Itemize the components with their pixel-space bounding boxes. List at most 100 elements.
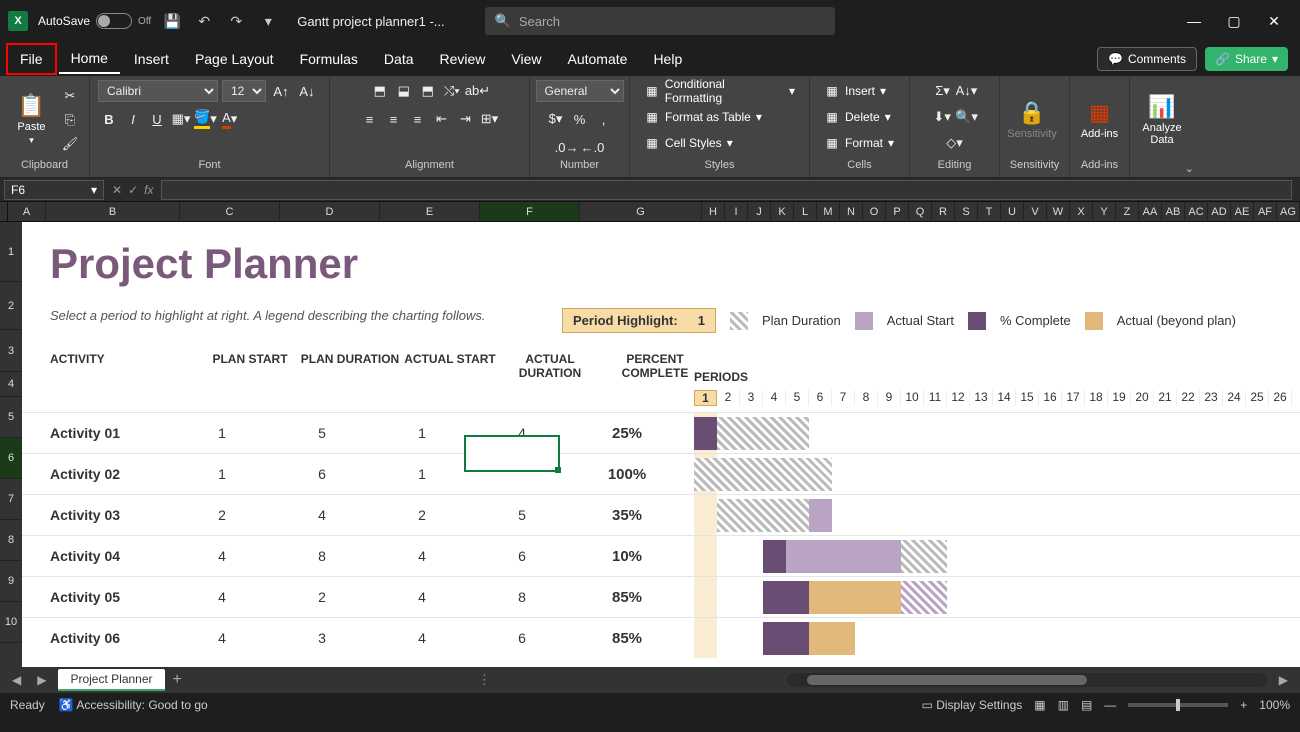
- table-row[interactable]: Activity 03 2 4 2 5 35%: [22, 494, 1300, 535]
- sheet-tab-active[interactable]: Project Planner: [58, 669, 164, 691]
- col-header-B[interactable]: B: [46, 202, 180, 221]
- comments-button[interactable]: 💬Comments: [1097, 47, 1197, 71]
- col-header-AB[interactable]: AB: [1162, 202, 1185, 221]
- find-icon[interactable]: 🔍▾: [955, 106, 978, 128]
- col-header-AF[interactable]: AF: [1254, 202, 1277, 221]
- col-header-K[interactable]: K: [771, 202, 794, 221]
- page-break-view-icon[interactable]: ▤: [1081, 698, 1092, 712]
- formula-input[interactable]: [161, 180, 1292, 200]
- paste-button[interactable]: 📋Paste▾: [8, 85, 55, 155]
- col-header-M[interactable]: M: [817, 202, 840, 221]
- tab-view[interactable]: View: [499, 45, 553, 73]
- delete-cells-button[interactable]: ▦Delete ▾: [818, 106, 897, 128]
- zoom-in-icon[interactable]: +: [1240, 698, 1247, 712]
- undo-icon[interactable]: ↶: [193, 10, 215, 32]
- cancel-fx-icon[interactable]: ✕: [112, 183, 122, 197]
- align-center-icon[interactable]: ≡: [383, 108, 405, 130]
- col-header-W[interactable]: W: [1047, 202, 1070, 221]
- tab-automate[interactable]: Automate: [556, 45, 640, 73]
- col-header-E[interactable]: E: [380, 202, 480, 221]
- col-header-O[interactable]: O: [863, 202, 886, 221]
- qat-more-icon[interactable]: ▾: [257, 10, 279, 32]
- table-row[interactable]: Activity 04 4 8 4 6 10%: [22, 535, 1300, 576]
- col-header-Z[interactable]: Z: [1116, 202, 1139, 221]
- col-header-AE[interactable]: AE: [1231, 202, 1254, 221]
- col-header-U[interactable]: U: [1001, 202, 1024, 221]
- accessibility-status[interactable]: ♿ Accessibility: Good to go: [59, 698, 208, 712]
- tab-insert[interactable]: Insert: [122, 45, 181, 73]
- col-header-R[interactable]: R: [932, 202, 955, 221]
- col-header-Y[interactable]: Y: [1093, 202, 1116, 221]
- bold-button[interactable]: B: [98, 108, 120, 130]
- col-header-G[interactable]: G: [580, 202, 702, 221]
- tab-formulas[interactable]: Formulas: [288, 45, 370, 73]
- table-row[interactable]: Activity 06 4 3 4 6 85%: [22, 617, 1300, 658]
- col-header-H[interactable]: H: [702, 202, 725, 221]
- align-left-icon[interactable]: ≡: [359, 108, 381, 130]
- row-header-6[interactable]: 6: [0, 438, 22, 479]
- col-header-N[interactable]: N: [840, 202, 863, 221]
- align-right-icon[interactable]: ≡: [407, 108, 429, 130]
- col-header-AD[interactable]: AD: [1208, 202, 1231, 221]
- wrap-text-icon[interactable]: ab↵: [465, 80, 490, 102]
- row-header-10[interactable]: 10: [0, 602, 22, 643]
- row-header-5[interactable]: 5: [0, 397, 22, 438]
- col-header-T[interactable]: T: [978, 202, 1001, 221]
- row-header-2[interactable]: 2: [0, 282, 22, 330]
- tab-file[interactable]: File: [6, 43, 57, 75]
- zoom-out-icon[interactable]: —: [1104, 698, 1116, 712]
- clear-icon[interactable]: ◇▾: [944, 132, 966, 154]
- col-header-S[interactable]: S: [955, 202, 978, 221]
- tab-page-layout[interactable]: Page Layout: [183, 45, 286, 73]
- autosave[interactable]: AutoSave Off: [38, 13, 151, 29]
- tab-help[interactable]: Help: [641, 45, 694, 73]
- align-middle-icon[interactable]: ⬓: [393, 80, 415, 102]
- font-size-select[interactable]: 12: [222, 80, 266, 102]
- redo-icon[interactable]: ↷: [225, 10, 247, 32]
- save-icon[interactable]: 💾: [161, 10, 183, 32]
- fill-color-button[interactable]: 🪣▾: [194, 108, 217, 130]
- autosave-toggle[interactable]: [96, 13, 132, 29]
- col-header-AC[interactable]: AC: [1185, 202, 1208, 221]
- row-header-7[interactable]: 7: [0, 479, 22, 520]
- col-header-I[interactable]: I: [725, 202, 748, 221]
- worksheet[interactable]: Project Planner Select a period to highl…: [22, 222, 1300, 667]
- row-header-1[interactable]: 1: [0, 222, 22, 282]
- insert-cells-button[interactable]: ▦Insert ▾: [818, 80, 892, 102]
- col-header-AA[interactable]: AA: [1139, 202, 1162, 221]
- select-all-corner[interactable]: [0, 202, 8, 221]
- col-header-P[interactable]: P: [886, 202, 909, 221]
- decrease-decimal-icon[interactable]: ←.0: [581, 136, 605, 158]
- align-bottom-icon[interactable]: ⬒: [417, 80, 439, 102]
- format-painter-icon[interactable]: 🖌: [59, 133, 81, 155]
- horizontal-scrollbar[interactable]: [787, 673, 1267, 687]
- format-as-table-button[interactable]: ▦Format as Table ▾: [638, 106, 768, 128]
- table-row[interactable]: Activity 05 4 2 4 8 85%: [22, 576, 1300, 617]
- addins-button[interactable]: ▦Add-ins: [1078, 85, 1121, 155]
- currency-icon[interactable]: $▾: [545, 108, 567, 130]
- table-row[interactable]: Activity 01 1 5 1 4 25%: [22, 412, 1300, 453]
- col-header-D[interactable]: D: [280, 202, 380, 221]
- col-header-F[interactable]: F: [480, 202, 580, 221]
- percent-icon[interactable]: %: [569, 108, 591, 130]
- decrease-indent-icon[interactable]: ⇤: [431, 108, 453, 130]
- selected-cell[interactable]: [464, 435, 560, 472]
- orientation-icon[interactable]: ⤭▾: [441, 80, 463, 102]
- row-header-8[interactable]: 8: [0, 520, 22, 561]
- number-format-select[interactable]: General: [536, 80, 624, 102]
- autosum-icon[interactable]: Σ▾: [932, 80, 954, 102]
- display-settings-button[interactable]: ▭ Display Settings: [922, 698, 1023, 712]
- close-button[interactable]: ✕: [1264, 11, 1284, 31]
- scrollbar-thumb[interactable]: [807, 675, 1087, 685]
- zoom-slider[interactable]: [1128, 703, 1228, 707]
- zoom-level[interactable]: 100%: [1259, 698, 1290, 712]
- underline-button[interactable]: U: [146, 108, 168, 130]
- col-header-L[interactable]: L: [794, 202, 817, 221]
- maximize-button[interactable]: ▢: [1224, 11, 1244, 31]
- fill-icon[interactable]: ⬇▾: [931, 106, 953, 128]
- tab-options-icon[interactable]: ⋮: [478, 672, 491, 688]
- tab-review[interactable]: Review: [428, 45, 498, 73]
- tab-home[interactable]: Home: [59, 44, 120, 74]
- col-header-X[interactable]: X: [1070, 202, 1093, 221]
- align-top-icon[interactable]: ⬒: [369, 80, 391, 102]
